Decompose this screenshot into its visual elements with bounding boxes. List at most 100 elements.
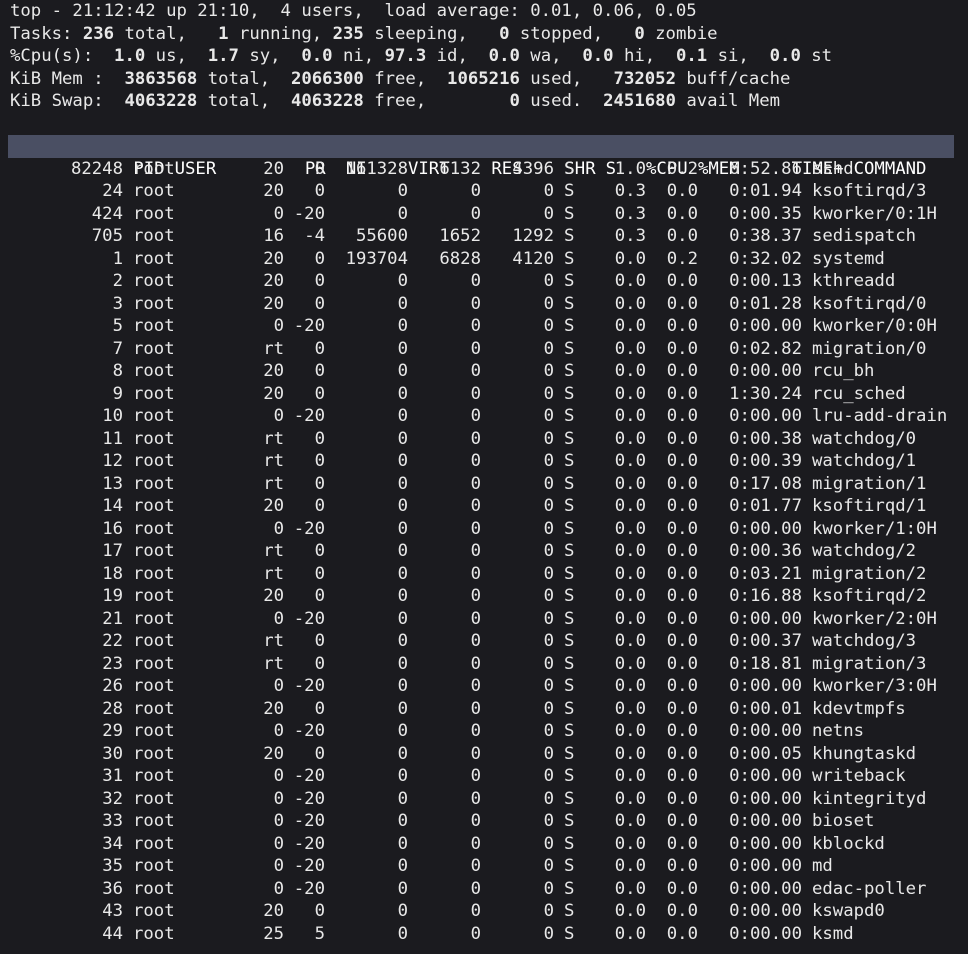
cell-time: 0:00.00 xyxy=(729,316,802,336)
cell-mem: 0.0 xyxy=(666,721,698,741)
process-row[interactable]: 16 root 0 -20 0 0 0 S 0.0 0.0 0:00.00 kworker/1:0H xyxy=(10,518,960,541)
cell-mem: 0.0 xyxy=(666,316,698,336)
process-row[interactable]: 30 root 20 0 0 0 0 S 0.0 0.0 0:00.05 khungtaskd xyxy=(10,743,960,766)
process-row[interactable]: 43 root 20 0 0 0 0 S 0.0 0.0 0:00.00 kswapd0 xyxy=(10,900,960,923)
cell-pr: rt xyxy=(263,338,284,359)
cell-state: S xyxy=(564,788,575,809)
cell-mem: 0.0 xyxy=(666,766,698,786)
process-row[interactable]: 34 root 0 -20 0 0 0 S 0.0 0.0 0:00.00 kblockd xyxy=(10,833,960,856)
process-row[interactable]: 424 root 0 -20 0 0 0 S 0.3 0.0 0:00.35 kworker/0:1H xyxy=(10,203,960,226)
cell-user: root xyxy=(133,586,175,606)
cell-shr: 0 xyxy=(543,271,554,291)
process-row[interactable]: 21 root 0 -20 0 0 0 S 0.0 0.0 0:00.00 kworker/2:0H xyxy=(10,608,960,631)
cell-pr: 0 xyxy=(273,856,284,876)
process-row[interactable]: 33 root 0 -20 0 0 0 S 0.0 0.0 0:00.00 bioset xyxy=(10,810,960,833)
cell-ni: 0 xyxy=(314,496,325,516)
cell-command: kworker/3:0H xyxy=(812,676,937,696)
process-row[interactable]: 12 root rt 0 0 0 0 S 0.0 0.0 0:00.39 watchdog/1 xyxy=(10,450,960,473)
process-row[interactable]: 35 root 0 -20 0 0 0 S 0.0 0.0 0:00.00 md xyxy=(10,855,960,878)
cell-pr: rt xyxy=(263,541,284,561)
process-row[interactable]: 9 root 20 0 0 0 0 S 0.0 0.0 1:30.24 rcu_sched xyxy=(10,383,960,406)
cell-state: S xyxy=(564,293,575,314)
cell-res: 0 xyxy=(470,316,481,336)
cell-time: 0:01.94 xyxy=(729,181,802,201)
cell-user: root xyxy=(133,631,175,651)
cell-shr: 0 xyxy=(543,878,554,899)
cell-pr: 20 xyxy=(263,158,284,179)
process-row[interactable]: 10 root 0 -20 0 0 0 S 0.0 0.0 0:00.00 lru-add-drain xyxy=(10,405,960,428)
cell-shr: 0 xyxy=(543,766,554,786)
cell-ni: 5 xyxy=(314,923,325,944)
process-row[interactable]: 7 root rt 0 0 0 0 S 0.0 0.0 0:02.82 migration/0 xyxy=(10,338,960,361)
cell-virt: 0 xyxy=(397,676,408,696)
cell-mem: 0.0 xyxy=(666,518,698,539)
process-row[interactable]: 31 root 0 -20 0 0 0 S 0.0 0.0 0:00.00 writeback xyxy=(10,765,960,788)
cell-command: watchdog/1 xyxy=(812,451,917,471)
process-row[interactable]: 82248 root 20 0 161328 6132 4396 S 1.0 0.2 6:52.86… xyxy=(10,158,960,181)
process-row[interactable]: 32 root 0 -20 0 0 0 S 0.0 0.0 0:00.00 kintegrityd xyxy=(10,788,960,811)
cell-state: S xyxy=(564,923,575,944)
cell-mem: 0.0 xyxy=(666,451,698,471)
process-row[interactable]: 3 root 20 0 0 0 0 S 0.0 0.0 0:01.28 ksoftirqd/0 xyxy=(10,293,960,316)
process-row[interactable]: 36 root 0 -20 0 0 0 S 0.0 0.0 0:00.00 edac-poller xyxy=(10,878,960,901)
cell-shr: 0 xyxy=(543,833,554,854)
cell-ni: 0 xyxy=(314,181,325,201)
cell-time: 0:17.08 xyxy=(729,473,802,494)
cell-ni: 0 xyxy=(314,563,325,584)
cell-state: S xyxy=(564,631,575,651)
process-row[interactable]: 5 root 0 -20 0 0 0 S 0.0 0.0 0:00.00 kworker/0:0H xyxy=(10,315,960,338)
cell-state: S xyxy=(564,338,575,359)
cell-res: 0 xyxy=(470,878,481,899)
process-row[interactable]: 14 root 20 0 0 0 0 S 0.0 0.0 0:01.77 ksoftirqd/1 xyxy=(10,495,960,518)
process-row[interactable]: 11 root rt 0 0 0 0 S 0.0 0.0 0:00.38 watchdog/0 xyxy=(10,428,960,451)
cell-ni: -20 xyxy=(293,878,325,899)
cell-ni: 0 xyxy=(314,541,325,561)
cell-command: kswapd0 xyxy=(812,901,885,921)
process-row[interactable]: 22 root rt 0 0 0 0 S 0.0 0.0 0:00.37 watchdog/3 xyxy=(10,630,960,653)
cell-command: watchdog/0 xyxy=(812,428,917,449)
cell-command: edac-poller xyxy=(812,878,927,899)
cell-user: root xyxy=(133,676,175,696)
cell-user: root xyxy=(133,743,175,764)
cell-virt: 0 xyxy=(397,271,408,291)
cell-cpu: 0.0 xyxy=(614,428,646,449)
cell-user: root xyxy=(133,203,175,224)
cell-res: 0 xyxy=(470,833,481,854)
cell-cpu: 0.0 xyxy=(614,698,646,719)
cell-res: 0 xyxy=(470,676,481,696)
cell-res: 0 xyxy=(470,383,481,404)
process-row[interactable]: 17 root rt 0 0 0 0 S 0.0 0.0 0:00.36 watchdog/2 xyxy=(10,540,960,563)
process-row[interactable]: 23 root rt 0 0 0 0 S 0.0 0.0 0:18.81 migration/3 xyxy=(10,653,960,676)
process-row[interactable]: 24 root 20 0 0 0 0 S 0.3 0.0 0:01.94 ksoftirqd/3 xyxy=(10,180,960,203)
cell-res: 0 xyxy=(470,608,481,629)
cell-pr: 0 xyxy=(273,721,284,741)
cell-pr: rt xyxy=(263,631,284,651)
cell-cpu: 0.0 xyxy=(614,878,646,899)
cell-pid: 28 xyxy=(102,698,123,719)
process-row[interactable]: 705 root 16 -4 55600 1652 1292 S 0.3 0.0 0:38.37 se… xyxy=(10,225,960,248)
cell-cpu: 0.0 xyxy=(614,541,646,561)
cell-cpu: 0.0 xyxy=(614,856,646,876)
terminal-window[interactable]: top - 21:12:42 up 21:10, 4 users, load a… xyxy=(8,0,960,946)
cell-user: root xyxy=(133,361,175,381)
process-row[interactable]: 26 root 0 -20 0 0 0 S 0.0 0.0 0:00.00 kworker/3:0H xyxy=(10,675,960,698)
cell-mem: 0.0 xyxy=(666,406,698,426)
process-row[interactable]: 29 root 0 -20 0 0 0 S 0.0 0.0 0:00.00 netns xyxy=(10,720,960,743)
cell-pid: 29 xyxy=(102,721,123,741)
process-row[interactable]: 13 root rt 0 0 0 0 S 0.0 0.0 0:17.08 migration/1 xyxy=(10,473,960,496)
cell-res: 0 xyxy=(470,428,481,449)
cell-shr: 4396 xyxy=(512,158,554,179)
process-row[interactable]: 19 root 20 0 0 0 0 S 0.0 0.0 0:16.88 ksoftirqd/2 xyxy=(10,585,960,608)
process-row[interactable]: 28 root 20 0 0 0 0 S 0.0 0.0 0:00.01 kdevtmpfs xyxy=(10,698,960,721)
cell-res: 0 xyxy=(470,923,481,944)
cell-command: kworker/0:1H xyxy=(812,203,937,224)
uptime-line: top - 21:12:42 up 21:10, 4 users, load a… xyxy=(10,1,697,21)
process-row[interactable]: 8 root 20 0 0 0 0 S 0.0 0.0 0:00.00 rcu_bh xyxy=(10,360,960,383)
process-table-header[interactable]: PID USER PR NI VIRT RES SHR S %CPU %MEM TIME+ COMMA… xyxy=(8,135,954,179)
process-row[interactable]: 1 root 20 0 193704 6828 4120 S 0.0 0.2 0:32.02 syst… xyxy=(10,248,960,271)
cell-pr: 0 xyxy=(273,406,284,426)
process-row[interactable]: 44 root 25 5 0 0 0 S 0.0 0.0 0:00.00 ksmd xyxy=(10,923,960,946)
process-row[interactable]: 18 root rt 0 0 0 0 S 0.0 0.0 0:03.21 migration/2 xyxy=(10,563,960,586)
process-row[interactable]: 2 root 20 0 0 0 0 S 0.0 0.0 0:00.13 kthreadd xyxy=(10,270,960,293)
cell-pr: 0 xyxy=(273,518,284,539)
